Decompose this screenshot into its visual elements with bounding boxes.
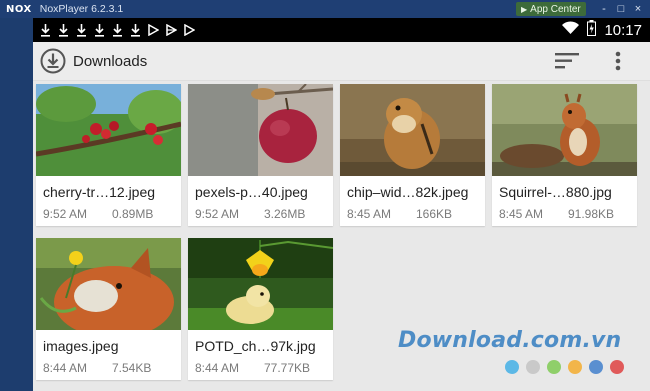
download-icon — [57, 22, 69, 38]
emulator-side-strip — [0, 18, 33, 391]
window-title: NoxPlayer 6.2.3.1 — [39, 3, 124, 15]
notification-icons — [39, 22, 195, 38]
file-card[interactable]: images.jpeg 8:44 AM 7.54KB — [36, 238, 181, 380]
file-size: 166KB — [416, 207, 453, 221]
watermark-dot — [505, 360, 519, 374]
downloads-app-icon[interactable] — [40, 48, 66, 74]
file-name: pexels-p…40.jpeg — [195, 184, 308, 200]
download-icon — [39, 22, 51, 38]
minimize-button[interactable]: - — [596, 1, 612, 17]
status-right: 10:17 — [562, 18, 642, 42]
file-time: 8:45 AM — [499, 207, 544, 221]
file-name: chip–wid…82k.jpeg — [347, 184, 469, 200]
thumbnail-squirrel — [492, 84, 637, 176]
play-store-icon — [147, 22, 159, 38]
thumbnail-apple — [188, 84, 333, 176]
file-card[interactable]: POTD_ch…97k.jpg 8:44 AM 77.77KB — [188, 238, 333, 380]
overflow-menu-icon[interactable] — [615, 51, 621, 71]
sort-icon[interactable] — [555, 53, 579, 69]
file-name: cherry-tr…12.jpeg — [43, 184, 156, 200]
watermark-text: Download.com.vn — [398, 328, 622, 353]
thumbnail-chick — [188, 238, 333, 330]
android-status-bar: 10:17 — [33, 18, 650, 42]
window-title-bar: NOX NoxPlayer 6.2.3.1 ▶ App Center - □ × — [0, 0, 650, 18]
download-icon — [93, 22, 105, 38]
page-title: Downloads — [73, 52, 148, 70]
file-time: 8:44 AM — [195, 361, 240, 375]
watermark-dot — [589, 360, 603, 374]
file-card[interactable]: pexels-p…40.jpeg 9:52 AM 3.26MB — [188, 84, 333, 226]
file-size: 77.77KB — [264, 361, 311, 375]
watermark-dot — [610, 360, 624, 374]
app-center-label: App Center — [530, 3, 581, 15]
file-name: POTD_ch…97k.jpg — [195, 338, 316, 354]
thumbnail-fox — [36, 238, 181, 330]
file-name: Squirrel-…880.jpg — [499, 184, 612, 200]
play-store-icon — [165, 22, 177, 38]
play-icon: ▶ — [521, 4, 528, 14]
wifi-icon — [562, 21, 580, 39]
file-size: 91.98KB — [568, 207, 615, 221]
close-button[interactable]: × — [630, 1, 646, 17]
play-store-icon — [183, 22, 195, 38]
file-size: 3.26MB — [264, 207, 306, 221]
watermark-dot — [547, 360, 561, 374]
file-time: 8:45 AM — [347, 207, 392, 221]
file-card[interactable]: cherry-tr…12.jpeg 9:52 AM 0.89MB — [36, 84, 181, 226]
action-bar: Downloads — [33, 42, 650, 81]
file-time: 8:44 AM — [43, 361, 88, 375]
file-time: 9:52 AM — [195, 207, 240, 221]
battery-icon — [587, 19, 597, 41]
file-card[interactable]: chip–wid…82k.jpeg 8:45 AM 166KB — [340, 84, 485, 226]
thumbnail-chipmunk — [340, 84, 485, 176]
download-icon — [75, 22, 87, 38]
status-clock: 10:17 — [604, 21, 642, 39]
app-center-button[interactable]: ▶ App Center — [516, 2, 586, 16]
download-icon — [111, 22, 123, 38]
file-card[interactable]: Squirrel-…880.jpg 8:45 AM 91.98KB — [492, 84, 637, 226]
watermark-dot — [568, 360, 582, 374]
file-time: 9:52 AM — [43, 207, 88, 221]
nox-logo: NOX — [6, 3, 32, 15]
watermark-dots — [505, 360, 624, 374]
thumbnail-cherry — [36, 84, 181, 176]
file-name: images.jpeg — [43, 338, 119, 354]
file-size: 0.89MB — [112, 207, 154, 221]
watermark-dot — [526, 360, 540, 374]
file-size: 7.54KB — [112, 361, 152, 375]
maximize-button[interactable]: □ — [613, 1, 629, 17]
download-icon — [129, 22, 141, 38]
